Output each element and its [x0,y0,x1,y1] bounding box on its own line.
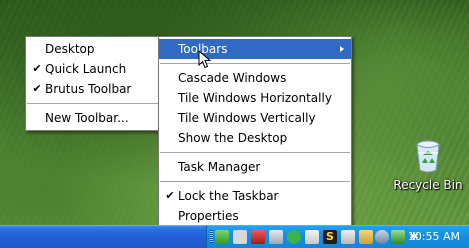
menu-item-new-toolbar[interactable]: New Toolbar... [26,108,160,128]
recycle-bin-icon [416,140,440,173]
menu-item-tile-horizontally[interactable]: Tile Windows Horizontally [159,88,351,108]
checkmark-icon: ✔ [32,62,42,75]
messenger-icon[interactable] [287,230,301,244]
chat-icon[interactable] [305,230,319,244]
menu-separator [160,181,350,182]
s-icon[interactable]: S [323,230,337,244]
security-icon[interactable] [269,230,283,244]
menu-item-label: Desktop [45,42,95,56]
menu-item-properties[interactable]: Properties [159,206,351,226]
flag-icon[interactable] [341,230,355,244]
menu-item-label: Tile Windows Horizontally [178,91,332,105]
menu-separator [27,103,159,104]
menu-item-show-desktop[interactable]: Show the Desktop [159,128,351,148]
menu-item-cascade-windows[interactable]: Cascade Windows [159,68,351,88]
menu-item-quick-launch[interactable]: ✔ Quick Launch [26,59,160,79]
checkmark-icon: ✔ [32,82,42,95]
menu-item-label: Task Manager [178,160,261,174]
mouse-cursor-icon [198,50,212,69]
volume-icon[interactable] [359,230,373,244]
menu-separator [160,63,350,64]
menu-item-label: Tile Windows Vertically [178,111,316,125]
power-icon[interactable] [375,230,389,244]
menu-item-label: Cascade Windows [178,71,287,85]
submenu-arrow-icon [340,46,344,52]
menu-item-label: Quick Launch [45,62,127,76]
bluetooth-icon[interactable] [233,230,247,244]
taskbar[interactable]: S ✱ 10:55 AM [0,225,469,248]
menu-item-tile-vertically[interactable]: Tile Windows Vertically [159,108,351,128]
menu-item-label: Brutus Toolbar [45,82,132,96]
taskbar-context-menu: Toolbars Cascade Windows Tile Windows Ho… [158,36,352,229]
menu-item-desktop[interactable]: Desktop [26,39,160,59]
recycle-bin-shortcut[interactable]: Recycle Bin [388,138,468,196]
clock[interactable]: 10:55 AM [408,229,460,245]
menu-item-brutus-toolbar[interactable]: ✔ Brutus Toolbar [26,79,160,99]
shield-icon[interactable] [251,230,265,244]
network-icon[interactable] [215,230,229,244]
menu-item-task-manager[interactable]: Task Manager [159,157,351,177]
menu-separator [160,152,350,153]
menu-item-label: Properties [178,209,239,223]
sync-icon[interactable] [391,230,405,244]
menu-item-label: Lock the Taskbar [178,189,279,203]
toolbars-submenu: Desktop ✔ Quick Launch ✔ Brutus Toolbar … [25,36,161,131]
menu-item-lock-taskbar[interactable]: ✔ Lock the Taskbar [159,186,351,206]
recycle-bin-label: Recycle Bin [393,178,463,192]
checkmark-icon: ✔ [165,189,175,202]
toolbar-grip-handle[interactable] [210,230,213,243]
menu-item-label: Show the Desktop [178,131,288,145]
menu-item-label: New Toolbar... [45,111,129,125]
menu-item-toolbars[interactable]: Toolbars [159,39,351,59]
